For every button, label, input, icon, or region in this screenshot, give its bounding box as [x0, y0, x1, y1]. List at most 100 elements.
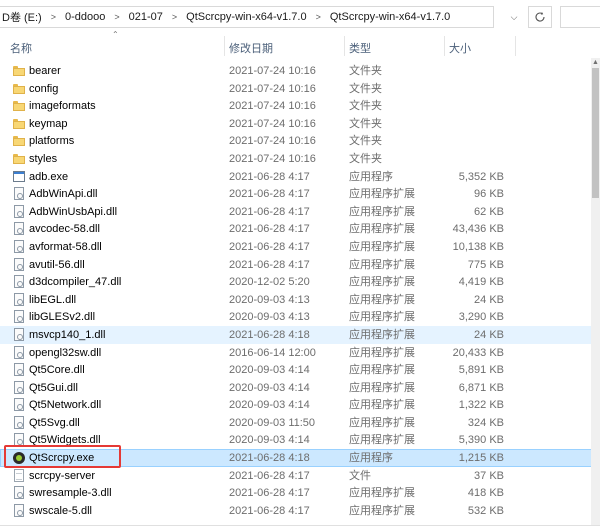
file-modified-date: 2021-07-24 10:16: [229, 82, 316, 95]
file-icon-cell: [13, 292, 25, 306]
breadcrumb-item[interactable]: D卷 (E:): [0, 9, 44, 25]
file-row[interactable]: msvcp140_1.dll 2021-06-28 4:18 应用程序扩展 24 KB: [0, 325, 600, 344]
column-divider[interactable]: [515, 36, 516, 56]
file-row[interactable]: bearer 2021-07-24 10:16 文件夹: [0, 62, 600, 80]
dll-icon: [14, 503, 24, 517]
dll-icon: [14, 345, 24, 359]
dll-icon: [14, 380, 24, 394]
file-name: keymap: [29, 117, 68, 130]
file-row[interactable]: d3dcompiler_47.dll 2020-12-02 5:20 应用程序扩展 4…: [0, 273, 600, 291]
file-name: swscale-5.dll: [29, 504, 92, 517]
dll-icon: [14, 222, 24, 236]
folder-icon: [13, 66, 25, 76]
file-icon-cell: [13, 327, 25, 341]
refresh-button[interactable]: [528, 6, 552, 28]
file-row[interactable]: swscale-5.dll 2021-06-28 4:17 应用程序扩展 532 KB: [0, 502, 600, 520]
file-icon-cell: [13, 451, 25, 465]
file-name: styles: [29, 152, 58, 165]
breadcrumb-separator-icon[interactable]: >: [107, 12, 126, 22]
file-row[interactable]: Qt5Widgets.dll 2020-09-03 4:14 应用程序扩展 5,390…: [0, 431, 600, 449]
file-icon-cell: [13, 187, 25, 201]
file-type: 应用程序扩展: [349, 381, 415, 394]
file-type: 应用程序: [349, 170, 393, 183]
file-row[interactable]: opengl32sw.dll 2016-06-14 12:00 应用程序扩展 20,4…: [0, 344, 600, 362]
file-modified-date: 2021-06-28 4:18: [229, 328, 310, 341]
file-size: 3,290 KB: [458, 311, 504, 324]
file-row[interactable]: avcodec-58.dll 2021-06-28 4:17 应用程序扩展 43,43…: [0, 220, 600, 238]
file-size: 43,436 KB: [452, 223, 504, 236]
file-row[interactable]: scrcpy-server 2021-06-28 4:17 文件 37 KB: [0, 467, 600, 485]
scroll-up-icon[interactable]: ▲: [591, 58, 600, 67]
file-size: 10,138 KB: [452, 240, 504, 253]
file-row[interactable]: swresample-3.dll 2021-06-28 4:17 应用程序扩展 418…: [0, 484, 600, 502]
file-modified-date: 2021-07-24 10:16: [229, 100, 316, 113]
breadcrumb-item[interactable]: 0-ddooo: [63, 11, 107, 23]
file-name: config: [29, 82, 59, 95]
search-input[interactable]: [560, 6, 600, 28]
column-header-name[interactable]: 名称: [10, 40, 32, 56]
file-icon-cell: [13, 82, 25, 95]
breadcrumb-separator-icon[interactable]: >: [309, 12, 328, 22]
file-row[interactable]: Qt5Core.dll 2020-09-03 4:14 应用程序扩展 5,891 KB: [0, 361, 600, 379]
breadcrumb-item[interactable]: 021-07: [127, 11, 165, 23]
file-modified-date: 2021-06-28 4:17: [229, 205, 310, 218]
file-name: Qt5Widgets.dll: [29, 434, 101, 447]
file-icon-cell: [13, 134, 25, 147]
file-name: avcodec-58.dll: [29, 223, 100, 236]
file-size: 24 KB: [474, 293, 504, 306]
column-header-date[interactable]: 修改日期: [229, 40, 273, 56]
file-name: Qt5Svg.dll: [29, 416, 80, 429]
file-row[interactable]: styles 2021-07-24 10:16 文件夹: [0, 150, 600, 168]
file-type: 应用程序扩展: [349, 311, 415, 324]
file-type: 应用程序扩展: [349, 276, 415, 289]
folder-icon: [13, 118, 25, 129]
file-row[interactable]: Qt5Svg.dll 2020-09-03 11:50 应用程序扩展 324 KB: [0, 414, 600, 432]
address-bar[interactable]: D卷 (E:) >0-ddooo >021-07 > QtScrcpy-win-x64-…: [0, 6, 494, 28]
breadcrumb-item[interactable]: QtScrcpy-win-x64-v1.7.0: [328, 11, 452, 23]
column-divider[interactable]: [344, 36, 345, 56]
column-divider[interactable]: [224, 36, 225, 56]
column-header-type[interactable]: 类型: [349, 40, 371, 56]
file-name: imageformats: [29, 100, 96, 113]
breadcrumb-separator-icon[interactable]: >: [44, 12, 63, 22]
file-modified-date: 2021-07-24 10:16: [229, 117, 316, 130]
file-type: 文件夹: [349, 82, 382, 95]
file-list: bearer 2021-07-24 10:16 文件夹 config 2021-07-2…: [0, 62, 600, 519]
vertical-scrollbar[interactable]: ▲: [591, 58, 600, 526]
file-row[interactable]: QtScrcpy.exe 2021-06-28 4:18 应用程序 1,215 KB: [0, 445, 600, 468]
file-icon-cell: [13, 222, 25, 236]
file-name: platforms: [29, 135, 75, 148]
file-row[interactable]: keymap 2021-07-24 10:16 文件夹: [0, 115, 600, 133]
file-row[interactable]: libEGL.dll 2020-09-03 4:13 应用程序扩展 24 KB: [0, 291, 600, 309]
file-size: 1,322 KB: [458, 399, 504, 412]
address-row: D卷 (E:) >0-ddooo >021-07 > QtScrcpy-win-x64-…: [0, 0, 600, 34]
file-row[interactable]: adb.exe 2021-06-28 4:17 应用程序 5,352 KB: [0, 168, 600, 186]
file-type: 文件夹: [349, 152, 382, 165]
file-size: 418 KB: [467, 487, 504, 500]
file-row[interactable]: AdbWinUsbApi.dll 2021-06-28 4:17 应用程序扩展 62 …: [0, 203, 600, 221]
file-row[interactable]: AdbWinApi.dll 2021-06-28 4:17 应用程序扩展 96 KB: [0, 185, 600, 203]
file-row[interactable]: platforms 2021-07-24 10:16 文件夹: [0, 132, 600, 150]
file-icon-cell: [13, 99, 25, 112]
address-dropdown-button[interactable]: ⌵: [505, 6, 523, 28]
file-modified-date: 2021-06-28 4:18: [229, 452, 310, 465]
breadcrumb-item[interactable]: QtScrcpy-win-x64-v1.7.0: [184, 11, 308, 23]
breadcrumb-separator-icon[interactable]: >: [165, 12, 184, 22]
column-divider[interactable]: [444, 36, 445, 56]
file-size: 24 KB: [474, 328, 504, 341]
file-row[interactable]: avformat-58.dll 2021-06-28 4:17 应用程序扩展 10,1…: [0, 238, 600, 256]
file-size: 5,390 KB: [458, 434, 504, 447]
file-row[interactable]: libGLESv2.dll 2020-09-03 4:13 应用程序扩展 3,290 …: [0, 308, 600, 326]
file-row[interactable]: Qt5Network.dll 2020-09-03 4:14 应用程序扩展 1,322…: [0, 396, 600, 414]
file-icon-cell: [13, 433, 25, 447]
file-row[interactable]: avutil-56.dll 2021-06-28 4:17 应用程序扩展 775 KB: [0, 256, 600, 274]
file-row[interactable]: imageformats 2021-07-24 10:16 文件夹: [0, 97, 600, 115]
file-type: 应用程序扩展: [349, 364, 415, 377]
file-type: 应用程序扩展: [349, 205, 415, 218]
file-name: Qt5Core.dll: [29, 364, 85, 377]
file-row[interactable]: Qt5Gui.dll 2020-09-03 4:14 应用程序扩展 6,871 KB: [0, 379, 600, 397]
scroll-thumb[interactable]: [592, 68, 599, 198]
file-icon-cell: [13, 275, 25, 289]
column-header-size[interactable]: 大小: [449, 40, 471, 56]
file-row[interactable]: config 2021-07-24 10:16 文件夹: [0, 80, 600, 98]
